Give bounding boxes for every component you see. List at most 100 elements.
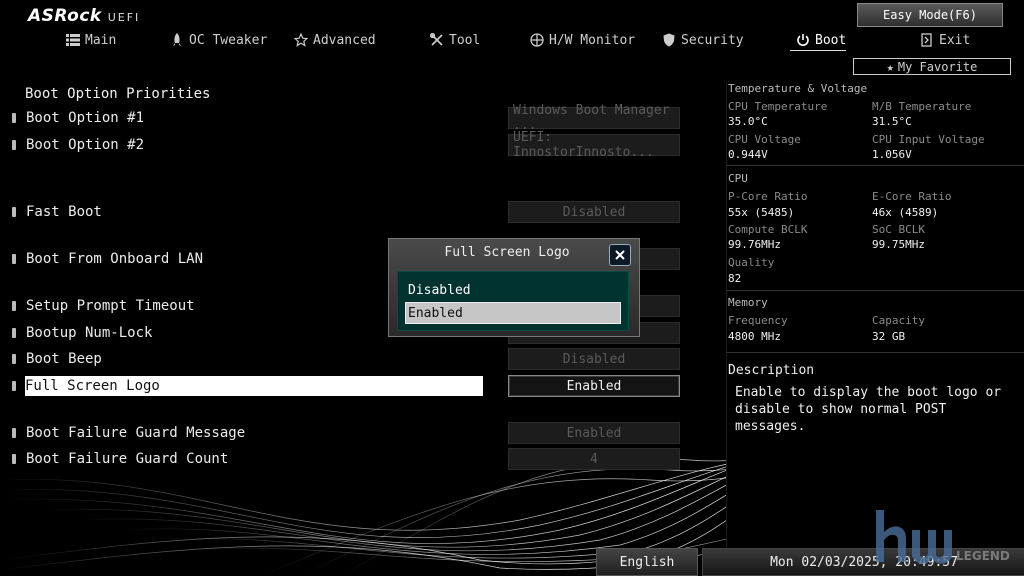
option-bullet xyxy=(12,113,16,123)
option-bullet xyxy=(12,328,16,338)
option-bullet xyxy=(12,428,16,438)
description-title: Description xyxy=(728,363,815,378)
option-bullet xyxy=(12,354,16,364)
boot-priorities-title: Boot Option Priorities xyxy=(25,86,211,102)
frequency-value: 4800 MHz xyxy=(728,330,781,343)
quality-label: Quality xyxy=(728,256,775,269)
tab-hw-monitor-label: H/W Monitor xyxy=(549,32,636,48)
option-boot-option-2[interactable]: Boot Option #2 xyxy=(12,135,484,155)
dialog-option-list: Disabled Enabled xyxy=(397,271,629,331)
option-bullet xyxy=(12,207,16,217)
option-label: Boot Failure Guard Message xyxy=(26,425,246,441)
dialog-close-button[interactable] xyxy=(609,244,631,266)
value-boot-beep[interactable]: Disabled xyxy=(508,348,680,370)
tab-boot-underline xyxy=(790,50,846,51)
pcore-ratio-label: P-Core Ratio xyxy=(728,190,808,203)
cpu-input-voltage-value: 1.056V xyxy=(872,148,912,161)
rocket-icon xyxy=(173,33,181,46)
watermark-logo: LEGEND xyxy=(876,510,1010,564)
ecore-ratio-label: E-Core Ratio xyxy=(872,190,952,203)
panel-divider xyxy=(726,352,1024,353)
tab-exit[interactable]: Exit xyxy=(920,30,970,50)
star-icon xyxy=(294,33,308,47)
quality-value: 82 xyxy=(728,272,742,285)
tab-security[interactable]: Security xyxy=(662,30,744,50)
value-boot-failure-guard-message[interactable]: Enabled xyxy=(508,422,680,444)
logo-text: ASRock xyxy=(28,6,102,26)
option-bullet xyxy=(12,454,16,464)
memory-title: Memory xyxy=(728,296,768,309)
cpu-input-voltage-label: CPU Input Voltage xyxy=(872,133,985,146)
compute-bclk-label: Compute BCLK xyxy=(728,223,808,236)
value-boot-option-1[interactable]: Windows Boot Manager ... xyxy=(508,103,680,133)
cpu-title: CPU xyxy=(728,172,748,185)
option-fast-boot[interactable]: Fast Boot xyxy=(12,202,484,222)
dialog-title: Full Screen Logo xyxy=(444,245,570,260)
value-boot-option-2[interactable]: UEFI: InnostorInnosto... xyxy=(508,130,680,160)
tab-hw-monitor[interactable]: H/W Monitor xyxy=(530,30,635,50)
soc-bclk-value: 99.75MHz xyxy=(872,238,925,251)
value-full-screen-logo[interactable]: Enabled xyxy=(508,375,680,397)
option-label: Setup Prompt Timeout xyxy=(26,298,195,314)
mb-temp-value: 31.5°C xyxy=(872,115,912,128)
cpu-temp-label: CPU Temperature xyxy=(728,100,828,113)
option-bullet xyxy=(12,140,16,150)
my-favorite-button[interactable]: ★ My Favorite xyxy=(853,58,1011,75)
ecore-ratio-value: 46x (4589) xyxy=(872,206,939,219)
tab-oc-tweaker-label: OC Tweaker xyxy=(189,32,268,48)
power-icon xyxy=(797,34,809,46)
list-icon xyxy=(66,34,80,46)
option-bullet xyxy=(12,381,16,391)
option-boot-failure-guard-message[interactable]: Boot Failure Guard Message xyxy=(12,423,484,443)
watermark-text: LEGEND xyxy=(956,549,1010,563)
value-fast-boot[interactable]: Disabled xyxy=(508,201,680,223)
option-bullet xyxy=(12,254,16,264)
capacity-value: 32 GB xyxy=(872,330,906,343)
tab-exit-label: Exit xyxy=(939,32,971,48)
tab-security-label: Security xyxy=(681,32,744,48)
option-label: Boot Option #2 xyxy=(26,137,145,153)
cpu-voltage-label: CPU Voltage xyxy=(728,133,801,146)
tab-main-label: Main xyxy=(85,32,117,48)
exit-icon xyxy=(921,33,932,47)
option-bullet xyxy=(12,301,16,311)
option-boot-failure-guard-count[interactable]: Boot Failure Guard Count xyxy=(12,449,484,469)
option-label: Boot Beep xyxy=(26,351,102,367)
option-label: Full Screen Logo xyxy=(25,378,160,394)
tab-advanced[interactable]: Advanced xyxy=(294,30,376,50)
my-favorite-label: My Favorite xyxy=(897,59,978,74)
dialog-option-enabled[interactable]: Enabled xyxy=(405,302,621,324)
tab-boot[interactable]: Boot xyxy=(796,30,846,50)
mb-temp-label: M/B Temperature xyxy=(872,100,972,113)
capacity-label: Capacity xyxy=(872,314,925,327)
compute-bclk-value: 99.76MHz xyxy=(728,238,781,251)
value-boot-failure-guard-count[interactable]: 4 xyxy=(508,448,680,470)
dialog-option-disabled[interactable]: Disabled xyxy=(406,280,620,300)
tab-tool[interactable]: Tool xyxy=(430,30,480,50)
full-screen-logo-dialog: Full Screen Logo Disabled Enabled xyxy=(388,238,640,337)
soc-bclk-label: SoC BCLK xyxy=(872,223,925,236)
monitor-icon xyxy=(530,33,544,47)
option-label: Bootup Num-Lock xyxy=(26,325,153,341)
language-button[interactable]: English xyxy=(596,548,698,576)
option-full-screen-logo[interactable]: Full Screen Logo xyxy=(25,376,483,396)
cpu-voltage-value: 0.944V xyxy=(728,148,768,161)
shield-icon xyxy=(663,33,675,47)
cpu-temp-value: 35.0°C xyxy=(728,115,768,128)
tab-tool-label: Tool xyxy=(449,32,481,48)
option-boot-beep[interactable]: Boot Beep xyxy=(12,349,484,369)
description-text: Enable to display the boot logo or disab… xyxy=(735,385,1002,434)
option-label: Boot Option #1 xyxy=(26,110,145,126)
temp-voltage-title: Temperature & Voltage xyxy=(728,82,868,95)
option-boot-option-1[interactable]: Boot Option #1 xyxy=(12,108,484,128)
tab-oc-tweaker[interactable]: OC Tweaker xyxy=(170,30,267,50)
asrock-logo: ASRock UEFI xyxy=(28,6,140,26)
easy-mode-button[interactable]: Easy Mode(F6) xyxy=(857,3,1003,27)
panel-divider xyxy=(726,165,1024,166)
logo-uefi: UEFI xyxy=(107,11,141,24)
tab-main[interactable]: Main xyxy=(66,30,116,50)
pcore-ratio-value: 55x (5485) xyxy=(728,206,795,219)
tab-boot-label: Boot xyxy=(815,32,847,48)
option-label: Boot Failure Guard Count xyxy=(26,451,229,467)
star-icon: ★ xyxy=(886,59,894,74)
